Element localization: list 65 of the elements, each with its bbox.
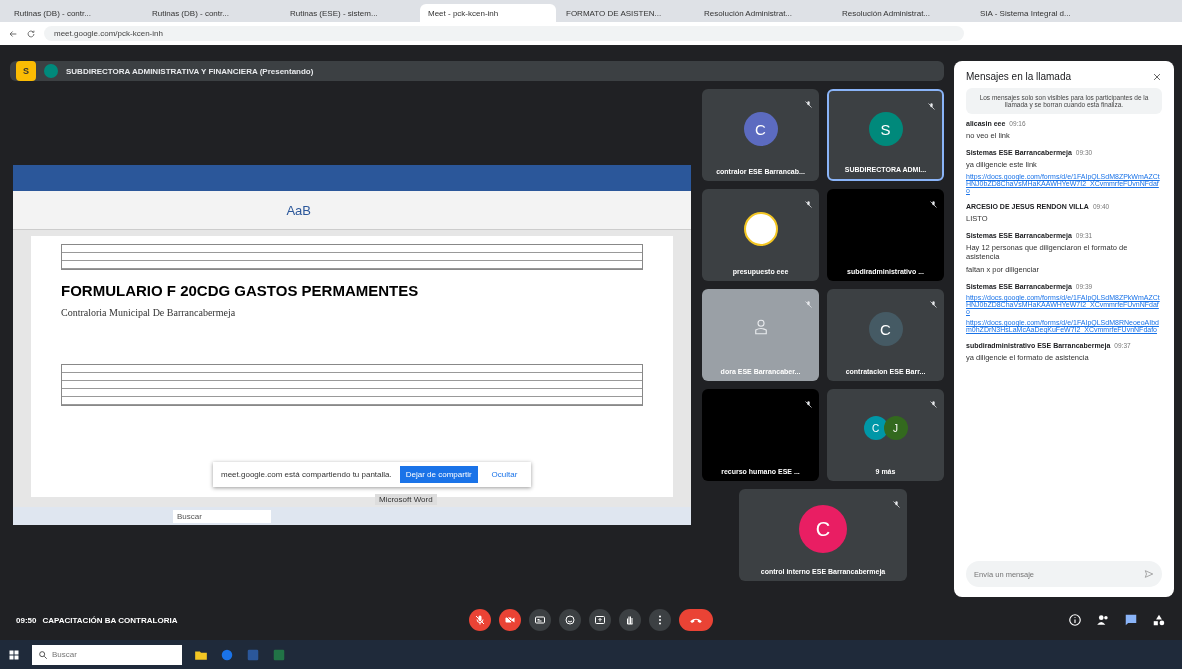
document-subheading: Contraloria Municipal De Barrancabermeja bbox=[61, 307, 237, 318]
hand-button[interactable] bbox=[619, 609, 641, 631]
meeting-time: 09:50 bbox=[16, 615, 37, 625]
present-button[interactable] bbox=[589, 609, 611, 631]
app-label: Microsoft Word bbox=[375, 494, 437, 505]
microphone-off-icon bbox=[804, 100, 813, 109]
browser-tab[interactable]: SIA - Sistema Integral d... bbox=[972, 4, 1108, 22]
present-icon bbox=[594, 614, 606, 626]
presenter-label: SUBDIRECTORA ADMINISTRATIVA Y FINANCIERA (Presentando) bbox=[66, 66, 314, 76]
microphone-off-icon bbox=[929, 400, 938, 409]
browser-tab[interactable]: Resolución Administrat... bbox=[696, 4, 832, 22]
avatar-circle: C bbox=[863, 416, 888, 440]
avatar-circle: C bbox=[743, 112, 778, 146]
microphone-off-icon bbox=[927, 102, 936, 111]
windows-icon[interactable] bbox=[8, 648, 20, 661]
people-icon[interactable] bbox=[1096, 613, 1110, 627]
captions-icon bbox=[534, 614, 546, 626]
shapes-icon[interactable] bbox=[1152, 613, 1166, 627]
meeting-name: CAPACITACIÓN BA CONTRALORIA bbox=[42, 615, 178, 625]
hide-button[interactable]: Ocultar bbox=[485, 469, 524, 480]
chat-icon[interactable] bbox=[1124, 613, 1138, 627]
browser-icon[interactable] bbox=[220, 647, 234, 662]
browser-tab[interactable]: Resolución Administrat... bbox=[834, 4, 970, 22]
stop-sharing-button[interactable]: Dejar de compartir bbox=[399, 466, 478, 483]
back-icon[interactable] bbox=[8, 28, 18, 39]
avatar-circle: C bbox=[868, 312, 903, 346]
camera-button[interactable] bbox=[499, 609, 521, 631]
taskbar-search: Buscar bbox=[173, 509, 271, 523]
search-box[interactable]: Buscar bbox=[32, 644, 182, 665]
presenting-icon bbox=[44, 64, 58, 78]
more-button[interactable] bbox=[649, 609, 671, 631]
close-icon[interactable] bbox=[1152, 71, 1162, 82]
hand-icon bbox=[624, 614, 636, 626]
browser-tab[interactable]: Meet - pck-kcen-inh bbox=[420, 4, 556, 22]
info-icon[interactable] bbox=[1068, 613, 1082, 627]
sharing-message: meet.google.com está compartiendo tu pantalla. bbox=[221, 470, 392, 479]
microphone-button[interactable] bbox=[469, 609, 491, 631]
logo-avatar bbox=[743, 212, 778, 246]
style-sample: AaB bbox=[286, 202, 311, 218]
avatar-circle: C bbox=[799, 505, 847, 553]
avatar-circle: J bbox=[883, 416, 908, 440]
hang-up-button[interactable] bbox=[679, 609, 713, 631]
emoji-icon bbox=[564, 614, 576, 626]
search-icon bbox=[38, 649, 48, 660]
browser-tab[interactable]: FORMATO DE ASISTEN... bbox=[558, 4, 694, 22]
microphone-off-icon bbox=[804, 300, 813, 309]
excel-icon[interactable] bbox=[272, 647, 286, 662]
browser-tab[interactable]: Rutinas (ESE) - sistem... bbox=[282, 4, 418, 22]
captions-button[interactable] bbox=[529, 609, 551, 631]
microphone-icon bbox=[474, 614, 486, 626]
chat-title: Mensajes en la llamada bbox=[966, 71, 1072, 82]
document-heading: FORMULARIO F 20CDG GASTOS PERMAMENTES bbox=[61, 282, 420, 299]
emoji-button[interactable] bbox=[559, 609, 581, 631]
microphone-off-icon bbox=[804, 400, 813, 409]
reload-icon[interactable] bbox=[26, 28, 36, 39]
microphone-off-icon bbox=[929, 200, 938, 209]
microphone-off-icon bbox=[929, 300, 938, 309]
browser-tab[interactable]: Rutinas (DB) - contr... bbox=[144, 4, 280, 22]
address-bar[interactable]: meet.google.com/pck-kcen-inh bbox=[44, 26, 964, 41]
presenter-badge: S bbox=[16, 61, 36, 81]
camera-icon bbox=[504, 614, 516, 626]
microphone-off-icon bbox=[892, 500, 901, 509]
avatar-circle: S bbox=[868, 112, 903, 146]
microphone-off-icon bbox=[804, 200, 813, 209]
browser-tab[interactable]: Rutinas (DB) - contr... bbox=[6, 4, 142, 22]
